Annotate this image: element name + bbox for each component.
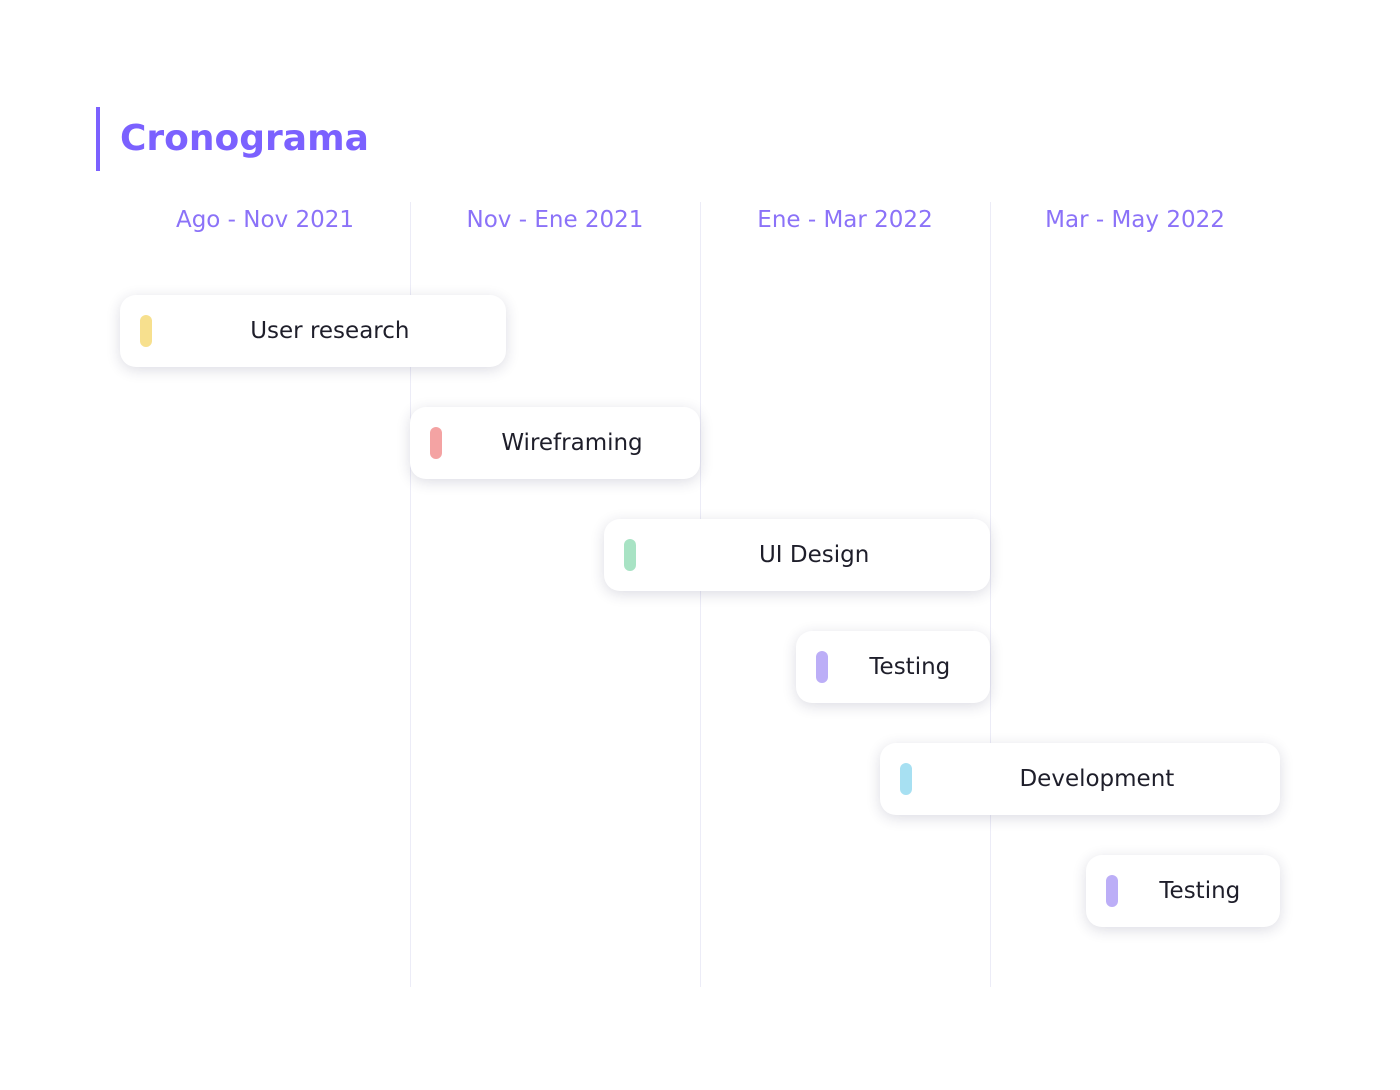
task-bar[interactable]: Wireframing xyxy=(410,407,700,479)
column-header-4: Mar - May 2022 xyxy=(1045,207,1225,233)
task-color-marker xyxy=(899,763,912,795)
column-header-2: Nov - Ene 2021 xyxy=(466,207,644,233)
task-label: User research xyxy=(250,318,410,344)
column-header-1: Ago - Nov 2021 xyxy=(175,207,355,233)
task-bar[interactable]: UI Design xyxy=(604,519,990,591)
page-title: Cronograma xyxy=(120,118,369,159)
task-label: UI Design xyxy=(758,542,870,568)
task-color-marker xyxy=(1105,875,1118,907)
task-color-marker xyxy=(815,651,828,683)
task-label: Testing xyxy=(869,654,951,680)
task-label: Wireframing xyxy=(501,430,643,456)
task-color-marker xyxy=(140,315,152,347)
task-bar[interactable]: User research xyxy=(120,295,506,367)
column-header-3: Ene - Mar 2022 xyxy=(757,207,933,233)
task-bar[interactable]: Testing xyxy=(795,631,990,703)
column-divider xyxy=(700,202,701,987)
title-accent-bar xyxy=(96,107,100,171)
task-bar[interactable]: Development xyxy=(879,743,1280,815)
column-divider xyxy=(990,202,991,987)
task-label: Testing xyxy=(1159,878,1241,904)
task-bar[interactable]: Testing xyxy=(1085,855,1280,927)
task-color-marker xyxy=(430,427,442,459)
task-color-marker xyxy=(624,539,637,571)
task-label: Development xyxy=(1019,766,1175,792)
